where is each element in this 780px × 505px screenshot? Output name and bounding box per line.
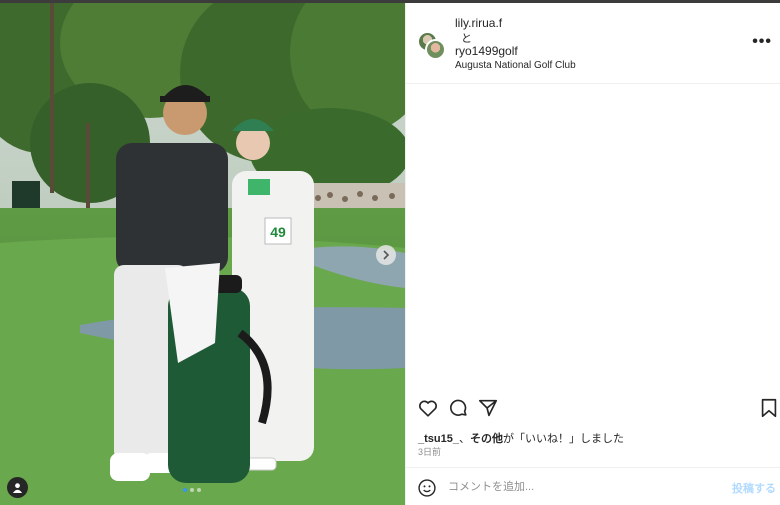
user-tag-icon (12, 483, 23, 493)
post-header: lily.rirua.f と ryo1499golf Augusta Natio… (406, 3, 780, 84)
carousel-dot (197, 488, 201, 492)
post-actions (406, 397, 780, 419)
comment-icon (450, 399, 467, 416)
bookmark-icon (761, 398, 777, 418)
carousel-dot (183, 488, 187, 492)
likes-others-link[interactable]: その他 (470, 433, 503, 445)
more-options-button[interactable]: ••• (752, 33, 772, 51)
likes-summary: _tsu15_、その他が「いいね！」しました (418, 430, 624, 446)
carousel-next-button[interactable] (376, 245, 396, 265)
avatar[interactable] (425, 39, 446, 60)
share-button[interactable] (477, 397, 499, 419)
emoji-icon (418, 479, 436, 497)
post-location[interactable]: Augusta National Golf Club (455, 60, 576, 71)
heart-icon (419, 400, 437, 417)
author-avatars[interactable] (417, 31, 447, 61)
carousel-indicator (183, 488, 201, 492)
post-comment-button[interactable]: 投稿する (732, 480, 776, 496)
save-button[interactable] (758, 397, 780, 419)
photo-image: 49 (0, 3, 405, 505)
user-tags-button[interactable] (7, 477, 28, 498)
likes-suffix: が「いいね！」しました (502, 433, 624, 445)
bib-number: 49 (270, 224, 286, 240)
comment-button[interactable] (447, 397, 469, 419)
likes-separator: 、 (458, 433, 470, 445)
post-details-panel: lily.rirua.f と ryo1499golf Augusta Natio… (405, 3, 780, 505)
comment-input[interactable] (448, 478, 718, 496)
author-username-2[interactable]: ryo1499golf (455, 44, 518, 58)
share-icon (478, 399, 498, 417)
liker-username[interactable]: _tsu15_ (418, 433, 459, 445)
carousel-dot (190, 488, 194, 492)
comment-bar: 投稿する (406, 467, 780, 505)
post-timestamp[interactable]: 3日前 (418, 445, 441, 458)
post-photo[interactable]: 49 (0, 3, 405, 505)
author-username-1[interactable]: lily.rirua.f (455, 16, 502, 30)
like-button[interactable] (417, 397, 439, 419)
emoji-button[interactable] (417, 478, 437, 498)
chevron-right-icon (383, 250, 390, 260)
